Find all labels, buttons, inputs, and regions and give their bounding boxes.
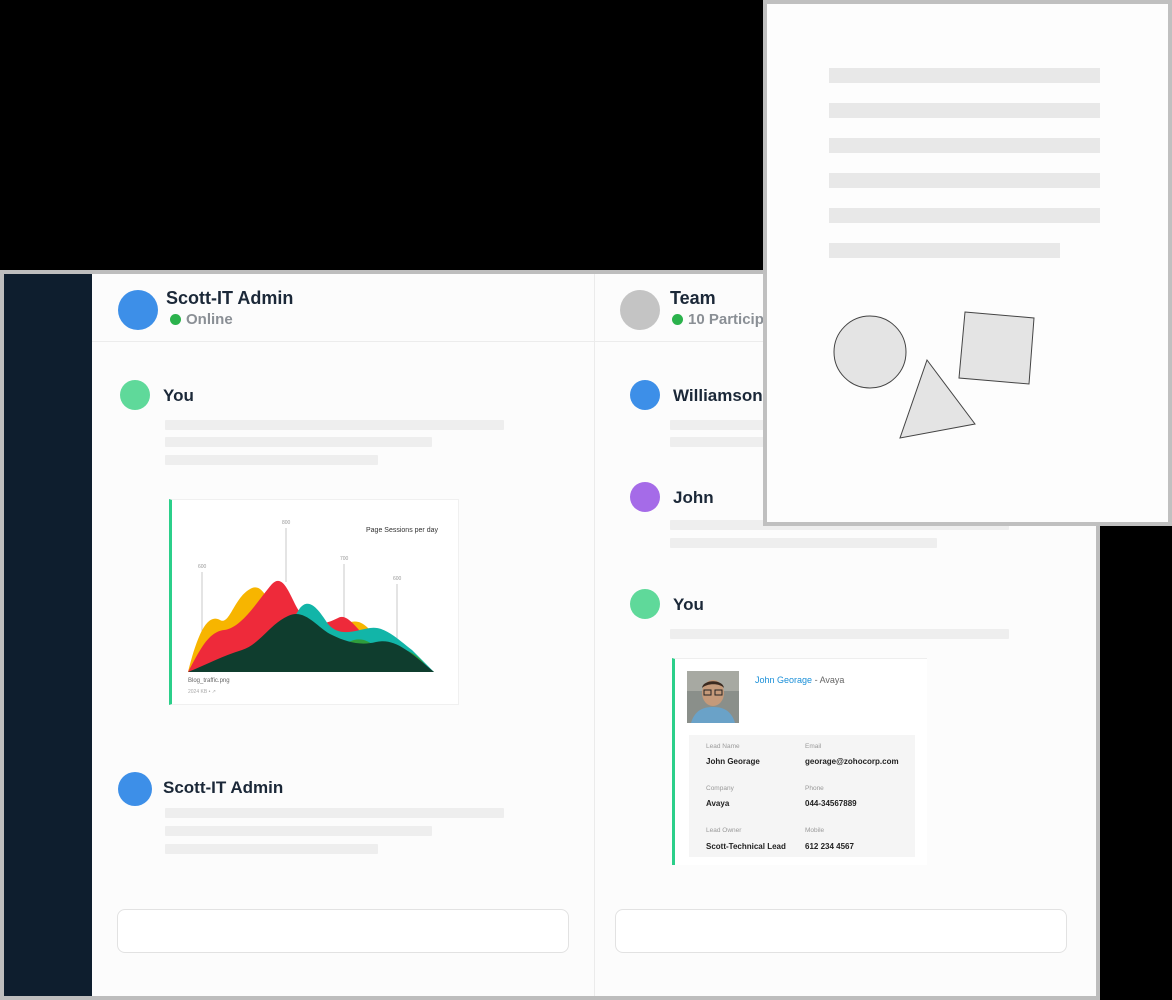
sidebar	[4, 274, 92, 996]
document-line-placeholder	[829, 138, 1100, 153]
field-value: Avaya	[706, 799, 730, 808]
avatar	[630, 380, 660, 410]
lead-name-link[interactable]: John Georage	[755, 675, 812, 685]
document-line-placeholder	[829, 68, 1100, 83]
field-value: 612 234 4567	[805, 842, 854, 851]
field-label: Email	[805, 743, 822, 750]
avatar	[118, 772, 152, 806]
document-line-placeholder	[829, 103, 1100, 118]
message-text-placeholder	[670, 538, 937, 548]
field-label: Company	[706, 785, 734, 792]
circle-shape-icon	[833, 315, 907, 389]
document-overlay	[763, 0, 1172, 526]
status-badge: Online	[170, 311, 233, 328]
document-line-placeholder	[829, 173, 1100, 188]
message-input[interactable]	[117, 909, 569, 953]
lead-details: Lead Name John Georage Email georage@zoh…	[689, 735, 915, 857]
avatar[interactable]	[620, 290, 660, 330]
message-sender: You	[163, 386, 194, 405]
annotation-label: 700	[340, 556, 349, 562]
shapes-illustration	[833, 311, 1035, 439]
chat-title: Team	[670, 288, 716, 308]
online-dot-icon	[170, 314, 181, 325]
attachment-file-meta: 2024 KB • ↗	[188, 689, 216, 695]
chart-attachment[interactable]: 600 800 700 600 Page Sessions per day Bl…	[169, 499, 459, 705]
avatar	[630, 482, 660, 512]
chat-pane-scott: Scott-IT Admin Online You 600 800 700 60…	[92, 274, 595, 996]
message-sender: Williamson	[673, 386, 763, 405]
field-label: Lead Name	[706, 743, 740, 750]
field-label: Phone	[805, 785, 824, 792]
document-line-placeholder	[829, 243, 1060, 258]
field-value: 044-34567889	[805, 799, 857, 808]
status-text: Online	[186, 311, 233, 328]
message-text-placeholder	[165, 808, 504, 818]
message-sender: Scott-IT Admin	[163, 778, 284, 797]
document-line-placeholder	[829, 208, 1100, 223]
document-page	[767, 4, 1168, 522]
person-avatar-icon	[687, 671, 739, 723]
lead-company-suffix: - Avaya	[814, 675, 845, 685]
message-text-placeholder	[670, 629, 1009, 639]
message-text-placeholder	[165, 826, 432, 836]
message-text-placeholder	[165, 844, 378, 854]
annotation-label: 600	[393, 576, 402, 582]
message-sender: John	[673, 488, 714, 507]
lead-photo	[687, 671, 739, 723]
message-text-placeholder	[165, 437, 432, 447]
chat-header: Scott-IT Admin Online	[92, 274, 594, 342]
lead-header: John Georage - Avaya	[755, 675, 844, 685]
field-label: Lead Owner	[706, 827, 742, 834]
field-label: Mobile	[805, 827, 825, 834]
avatar	[120, 380, 150, 410]
lead-card[interactable]: John Georage - Avaya Lead Name John Geor…	[672, 658, 927, 865]
message-input[interactable]	[615, 909, 1067, 953]
chart-title: Page Sessions per day	[366, 527, 438, 534]
message-sender: You	[673, 595, 704, 614]
chat-title: Scott-IT Admin	[166, 288, 294, 308]
attachment-file-name[interactable]: Blog_traffic.png	[188, 678, 230, 684]
square-shape-icon	[958, 311, 1035, 385]
field-value[interactable]: georage@zohocorp.com	[805, 757, 899, 766]
avatar[interactable]	[118, 290, 158, 330]
avatar	[630, 589, 660, 619]
annotation-label: 600	[198, 564, 207, 570]
message-text-placeholder	[165, 420, 504, 430]
annotation-label: 800	[282, 520, 291, 526]
message-text-placeholder	[165, 455, 378, 465]
field-value: Scott-Technical Lead	[706, 842, 786, 851]
online-dot-icon	[672, 314, 683, 325]
field-value: John Georage	[706, 757, 760, 766]
